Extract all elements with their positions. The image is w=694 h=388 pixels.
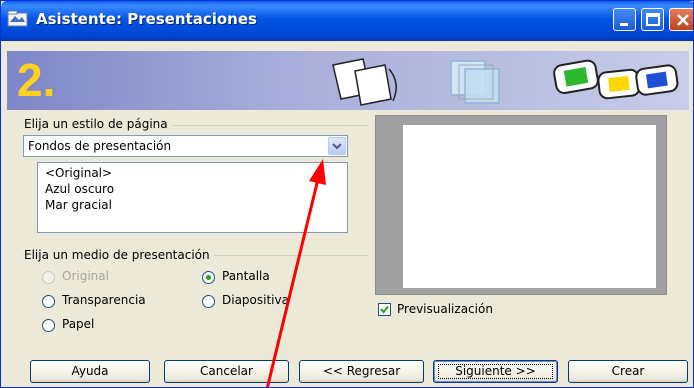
list-item[interactable]: Mar gracial <box>45 198 112 212</box>
cancel-button-label: Cancelar <box>200 364 253 378</box>
back-button[interactable]: << Regresar <box>299 360 424 383</box>
chevron-down-icon <box>332 143 342 150</box>
minimize-button[interactable] <box>613 8 636 31</box>
preview-checkbox[interactable] <box>378 303 391 316</box>
back-button-label: << Regresar <box>322 364 401 378</box>
title-bar[interactable]: Asistente: Presentaciones <box>1 1 693 41</box>
radio-selected-dot <box>206 275 211 280</box>
medium-label: Elija un medio de presentación <box>24 248 214 262</box>
radio-diapositiva-label: Diapositiva <box>222 293 289 307</box>
create-button-label: Crear <box>611 364 645 378</box>
dropdown-button[interactable] <box>328 137 346 155</box>
checkmark-icon <box>380 305 389 314</box>
radio-original-label: Original <box>62 269 109 283</box>
close-icon <box>677 14 689 26</box>
radio-pantalla-label: Pantalla <box>222 269 270 283</box>
radio-transparencia[interactable] <box>42 295 55 308</box>
help-button-label: Ayuda <box>71 364 109 378</box>
radio-pantalla[interactable] <box>202 271 215 284</box>
preview-page <box>403 125 656 288</box>
page-sheets-icon <box>332 58 397 106</box>
cancel-button[interactable]: Cancelar <box>164 360 289 383</box>
page-style-label: Elija un estilo de página <box>24 117 172 131</box>
radio-papel[interactable] <box>42 319 55 332</box>
radio-transparencia-label: Transparencia <box>62 293 146 307</box>
transparency-icon <box>450 60 500 104</box>
wizard-banner: 2. <box>7 51 689 110</box>
focus-rect <box>438 364 553 379</box>
impress-app-icon <box>7 10 28 27</box>
radio-diapositiva[interactable] <box>202 295 215 308</box>
step-number: 2. <box>17 54 56 106</box>
help-button[interactable]: Ayuda <box>30 360 150 383</box>
list-item[interactable]: <Original> <box>45 166 112 180</box>
list-item[interactable]: Azul oscuro <box>45 182 114 196</box>
preview-checkbox-label: Previsualización <box>397 302 493 316</box>
maximize-icon <box>646 13 660 26</box>
wizard-window: Asistente: Presentaciones 2. Elija un es… <box>0 0 694 388</box>
close-button[interactable] <box>669 8 693 31</box>
radio-papel-label: Papel <box>62 317 95 331</box>
slides-icon <box>553 59 679 100</box>
radio-original[interactable] <box>42 271 55 284</box>
create-button[interactable]: Crear <box>568 360 688 383</box>
page-style-dropdown[interactable]: Fondos de presentación <box>23 135 348 157</box>
page-style-listbox[interactable]: <Original> Azul oscuro Mar gracial <box>37 162 348 233</box>
maximize-button[interactable] <box>641 8 664 31</box>
minimize-icon <box>620 23 628 26</box>
window-title: Asistente: Presentaciones <box>36 10 257 28</box>
next-button[interactable]: Siguiente >> <box>433 360 558 383</box>
page-style-selected: Fondos de presentación <box>28 139 172 153</box>
